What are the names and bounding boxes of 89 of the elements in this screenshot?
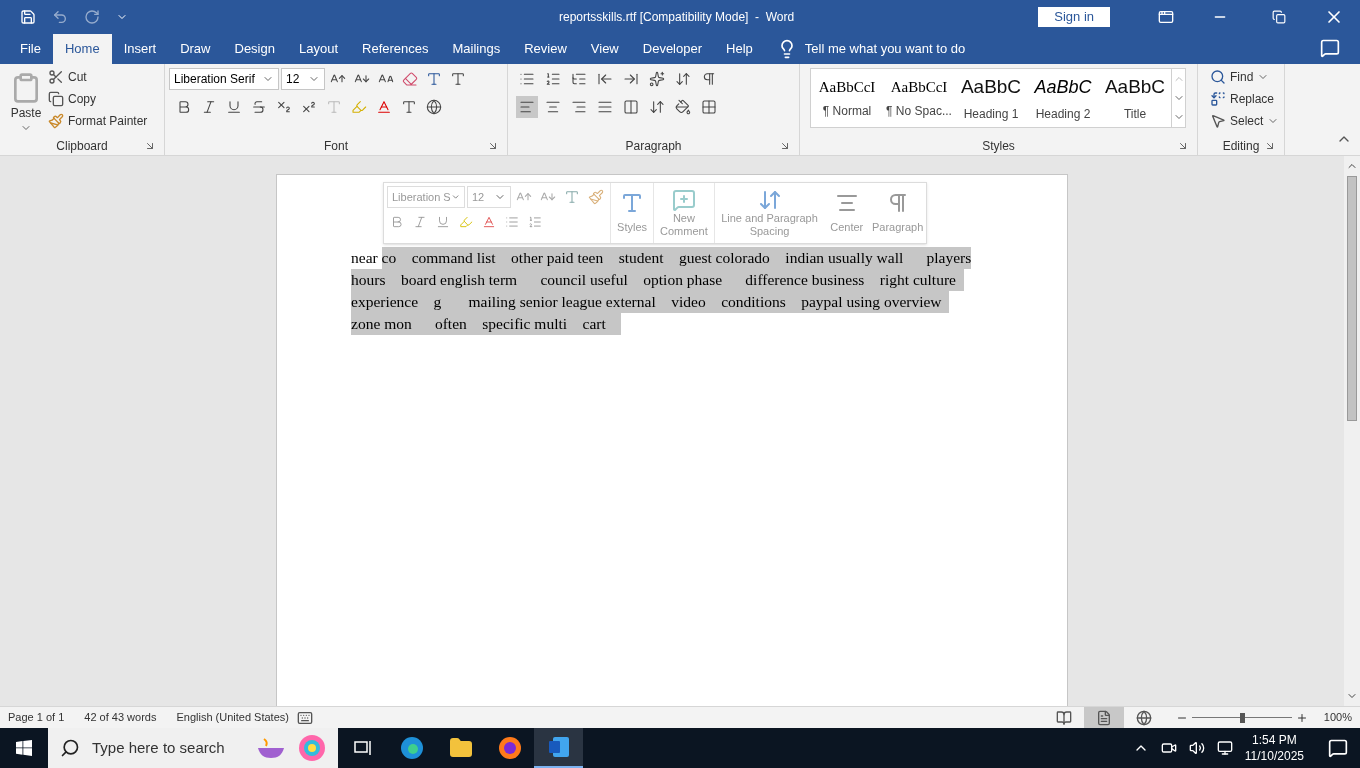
pointer-icon: [1210, 113, 1226, 129]
paintbrush-icon: [48, 113, 64, 129]
style-name: ¶ Normal: [822, 103, 872, 121]
word-count[interactable]: 42 of 43 words: [84, 709, 157, 726]
window-title: reportsskills.rtf [Compatibility Mode] - Word: [559, 9, 795, 26]
comments-icon[interactable]: [1320, 38, 1340, 58]
dialog-launcher-icon[interactable]: [779, 140, 791, 152]
group-label: Styles: [982, 138, 1015, 155]
ribbon-tab[interactable]: Design: [222, 34, 287, 64]
font-name-field[interactable]: Liberation Serif: [169, 68, 279, 90]
zoom-level[interactable]: 100%: [1323, 709, 1352, 726]
dialog-launcher-icon[interactable]: [1177, 140, 1189, 152]
ribbon-tab[interactable]: View: [578, 34, 631, 64]
ribbon-tab[interactable]: References: [350, 34, 441, 64]
document-text: co command list other paid teen student guest colorado indian usually wall players: [381, 247, 972, 269]
align-left-icon[interactable]: [516, 96, 538, 118]
style-preview: AaBbCcI: [890, 77, 948, 97]
group-label: Editing: [1222, 138, 1260, 155]
line-spacing-icon: [757, 188, 782, 212]
style-item[interactable]: AaBbCcI ¶ No Spac...: [883, 69, 955, 127]
scissors-icon: [48, 69, 64, 85]
zoom-in-icon[interactable]: [1295, 711, 1308, 724]
read-view-icon: [1055, 709, 1072, 726]
document-text: near: [351, 248, 379, 268]
save-icon[interactable]: [20, 9, 36, 25]
paste-button[interactable]: Paste: [10, 104, 42, 122]
dialog-launcher-icon[interactable]: [1264, 140, 1276, 152]
restore-icon[interactable]: [1272, 10, 1286, 24]
style-name: Heading 2: [1035, 105, 1091, 123]
style-name: ¶ No Spac...: [886, 103, 952, 121]
gallery-scroll-bar[interactable]: [1171, 69, 1185, 127]
word-app-icon[interactable]: [534, 728, 583, 768]
style-item[interactable]: AaBbCcI ¶ Normal: [811, 69, 883, 127]
ribbon-tab[interactable]: Insert: [111, 34, 169, 64]
lamp-icon: [256, 736, 286, 760]
group-label: Paragraph: [625, 138, 682, 155]
ribbon-tab[interactable]: Home: [52, 34, 112, 64]
group-label: Clipboard: [56, 138, 108, 155]
ribbon-tab[interactable]: Draw: [168, 34, 223, 64]
notifications-icon[interactable]: [1328, 738, 1348, 758]
replace-button[interactable]: Replace: [1210, 90, 1280, 108]
sign-in-button[interactable]: Sign in: [1038, 7, 1110, 27]
language-status[interactable]: English (United States): [176, 709, 289, 726]
select-button[interactable]: Select: [1210, 112, 1280, 130]
copy-icon: [48, 91, 64, 107]
ribbon-tab[interactable]: Developer: [630, 34, 715, 64]
view-button[interactable]: [1083, 706, 1124, 729]
search-icon: [1210, 69, 1226, 85]
ribbon-tab[interactable]: Review: [512, 34, 579, 64]
web-view-icon: [1135, 709, 1152, 726]
document-text: experience g mailing senior league external video conditions paypal using overview: [351, 291, 950, 313]
document-text: hours board english term council useful option phase difference business right culture: [351, 269, 964, 291]
ribbon-tab[interactable]: File: [8, 34, 53, 64]
flower-icon: [298, 734, 326, 762]
taskbar-search-field[interactable]: Type here to search: [48, 728, 338, 768]
ribbon-tab[interactable]: Mailings: [440, 34, 513, 64]
zoom-slider[interactable]: [1191, 712, 1292, 723]
ribbon-tab[interactable]: Help: [714, 34, 765, 64]
style-preview: AaBbC: [1104, 74, 1166, 99]
search-icon: [60, 738, 80, 758]
search-placeholder: Type here to search: [92, 737, 225, 758]
print-view-icon: [1095, 709, 1112, 726]
ribbon-display-icon[interactable]: [1158, 9, 1174, 25]
find-button[interactable]: Find: [1210, 68, 1280, 86]
clock[interactable]: 1:54 PM 11/10/2025: [1244, 732, 1304, 764]
volume-icon[interactable]: [1188, 740, 1205, 756]
vertical-scroll-bar[interactable]: [1344, 156, 1360, 706]
ribbon-tab[interactable]: Layout: [286, 34, 350, 64]
style-preview: AaBbC: [960, 74, 1022, 99]
font-size-field[interactable]: 12: [281, 68, 325, 90]
copy-button[interactable]: Copy: [48, 90, 148, 108]
format-painter-button[interactable]: Format Painter: [48, 112, 148, 130]
style-name: Heading 1: [963, 106, 1019, 124]
cut-button[interactable]: Cut: [48, 68, 148, 86]
style-item[interactable]: AaBbC Heading 2: [1027, 69, 1099, 127]
style-preview: AaBbC: [1034, 75, 1092, 99]
group-label: Font: [324, 138, 348, 155]
style-item[interactable]: AaBbC Heading 1: [955, 69, 1027, 127]
document-text: zone mon often specific multi cart: [351, 313, 622, 335]
dialog-launcher-icon[interactable]: [144, 140, 156, 152]
replace-icon: [1210, 91, 1226, 107]
dialog-launcher-icon[interactable]: [487, 140, 499, 152]
tell-me-field[interactable]: Tell me what you want to do: [804, 39, 966, 59]
style-item[interactable]: AaBbC Title: [1099, 69, 1171, 127]
windows-start-icon[interactable]: [16, 740, 32, 756]
style-name: Title: [1123, 106, 1147, 124]
page-count[interactable]: Page 1 of 1: [8, 709, 65, 726]
style-preview: AaBbCcI: [818, 77, 876, 97]
new-comment-icon: [671, 188, 696, 212]
